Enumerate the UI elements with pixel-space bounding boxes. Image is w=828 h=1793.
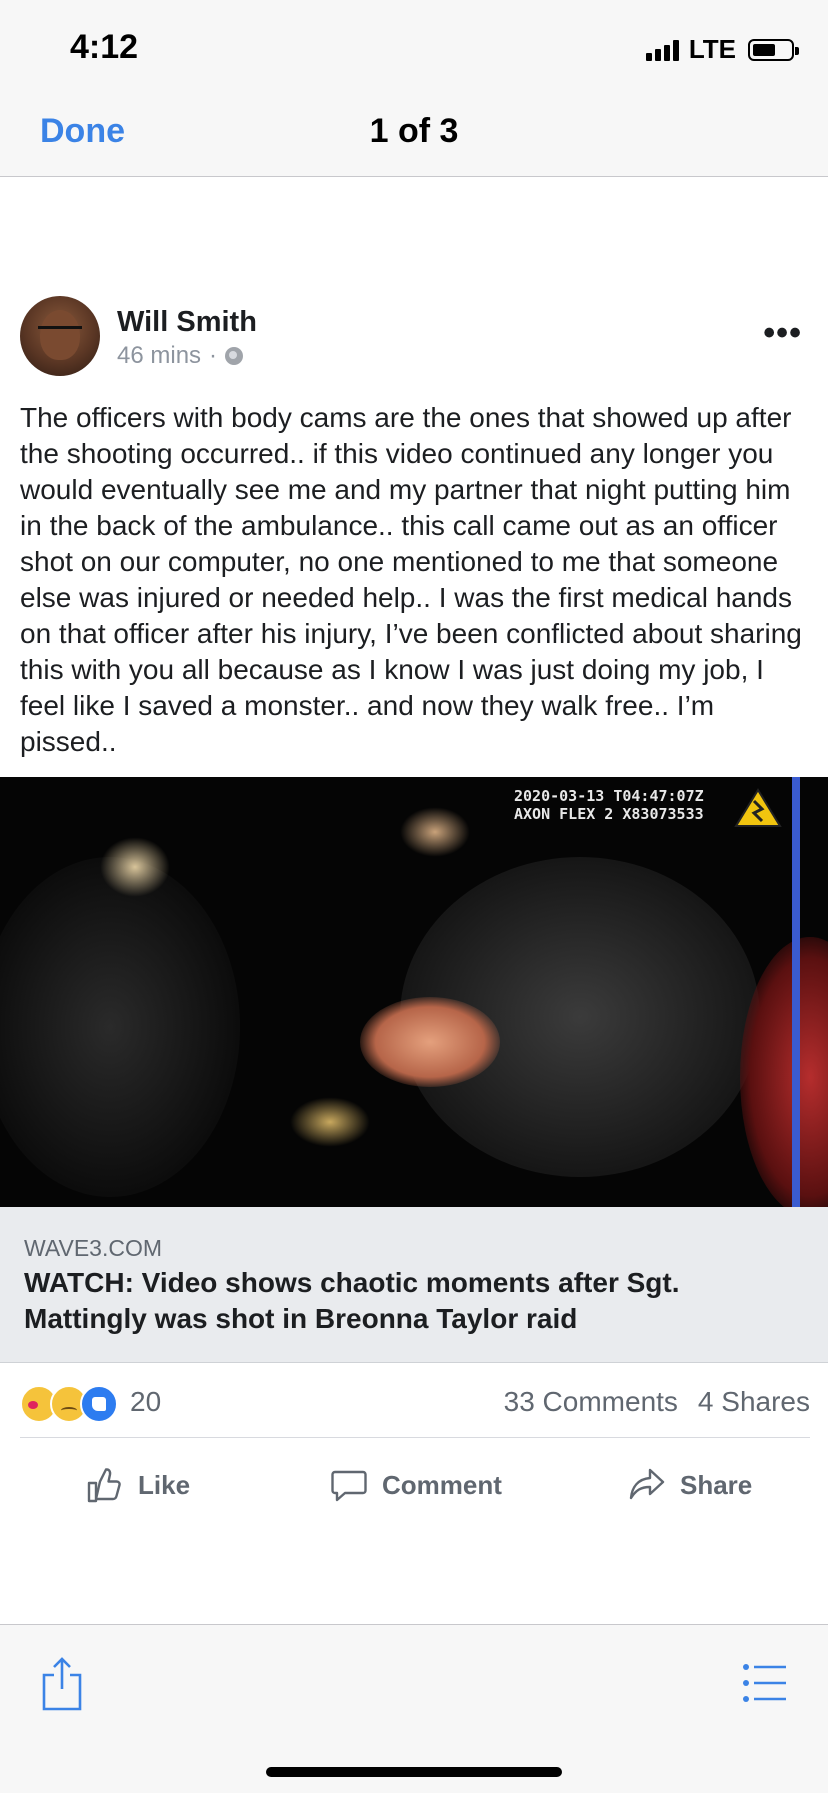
status-time: 4:12	[70, 28, 139, 66]
more-options-icon[interactable]: •••	[763, 314, 802, 353]
divider	[20, 1437, 810, 1438]
overlay-device: AXON FLEX 2 X83073533	[514, 805, 704, 823]
status-bar: 4:12 LTE	[0, 0, 828, 96]
comment-bubble-icon	[331, 1470, 367, 1502]
like-button[interactable]: Like	[86, 1450, 190, 1520]
avatar[interactable]	[20, 296, 100, 376]
post-actions: Like Comment Share	[0, 1450, 828, 1520]
reaction-icons[interactable]	[20, 1385, 120, 1423]
meta-separator: ·	[209, 342, 218, 369]
list-icon[interactable]	[742, 1663, 788, 1703]
share-button[interactable]: Share	[628, 1450, 752, 1520]
engagement-counts: 33 Comments 4 Shares	[504, 1386, 810, 1418]
like-reaction-icon	[80, 1385, 118, 1423]
network-type: LTE	[688, 34, 736, 64]
author-name[interactable]: Will Smith	[117, 306, 257, 339]
reactions-row: 20 33 Comments 4 Shares	[20, 1380, 810, 1430]
video-overlay-text: 2020-03-13 T04:47:07Z AXON FLEX 2 X83073…	[514, 787, 704, 823]
link-preview[interactable]: WAVE3.COM WATCH: Video shows chaotic mom…	[0, 1207, 828, 1363]
link-title: WATCH: Video shows chaotic moments after…	[24, 1267, 680, 1334]
bottom-toolbar	[0, 1624, 828, 1793]
comment-button[interactable]: Comment	[330, 1450, 502, 1520]
post-header: Will Smith 46 mins · •••	[20, 296, 810, 376]
share-label: Share	[680, 1469, 753, 1500]
comments-count[interactable]: 33 Comments	[504, 1386, 678, 1418]
navigation-bar: Done 1 of 3	[0, 96, 828, 177]
post-text: The officers with body cams are the ones…	[20, 402, 802, 757]
globe-icon	[225, 347, 244, 365]
share-arrow-icon	[629, 1468, 665, 1500]
axon-warning-icon	[734, 788, 782, 827]
thumbs-up-icon	[87, 1468, 121, 1503]
battery-icon	[748, 38, 799, 61]
page-title: 1 of 3	[369, 112, 459, 150]
cellular-signal-icon	[645, 39, 679, 61]
post-timestamp[interactable]: 46 mins	[117, 342, 201, 370]
share-sheet-icon[interactable]	[40, 1655, 84, 1711]
status-indicators: LTE	[645, 34, 799, 65]
reaction-count[interactable]: 20	[130, 1386, 161, 1418]
like-label: Like	[138, 1469, 191, 1500]
overlay-timestamp: 2020-03-13 T04:47:07Z	[514, 787, 704, 805]
video-thumbnail[interactable]: 2020-03-13 T04:47:07Z AXON FLEX 2 X83073…	[0, 777, 828, 1207]
link-domain: WAVE3.COM	[24, 1235, 163, 1261]
post-meta: 46 mins ·	[117, 342, 244, 370]
shares-count[interactable]: 4 Shares	[698, 1386, 810, 1418]
comment-label: Comment	[382, 1469, 502, 1500]
home-indicator[interactable]	[266, 1767, 562, 1777]
